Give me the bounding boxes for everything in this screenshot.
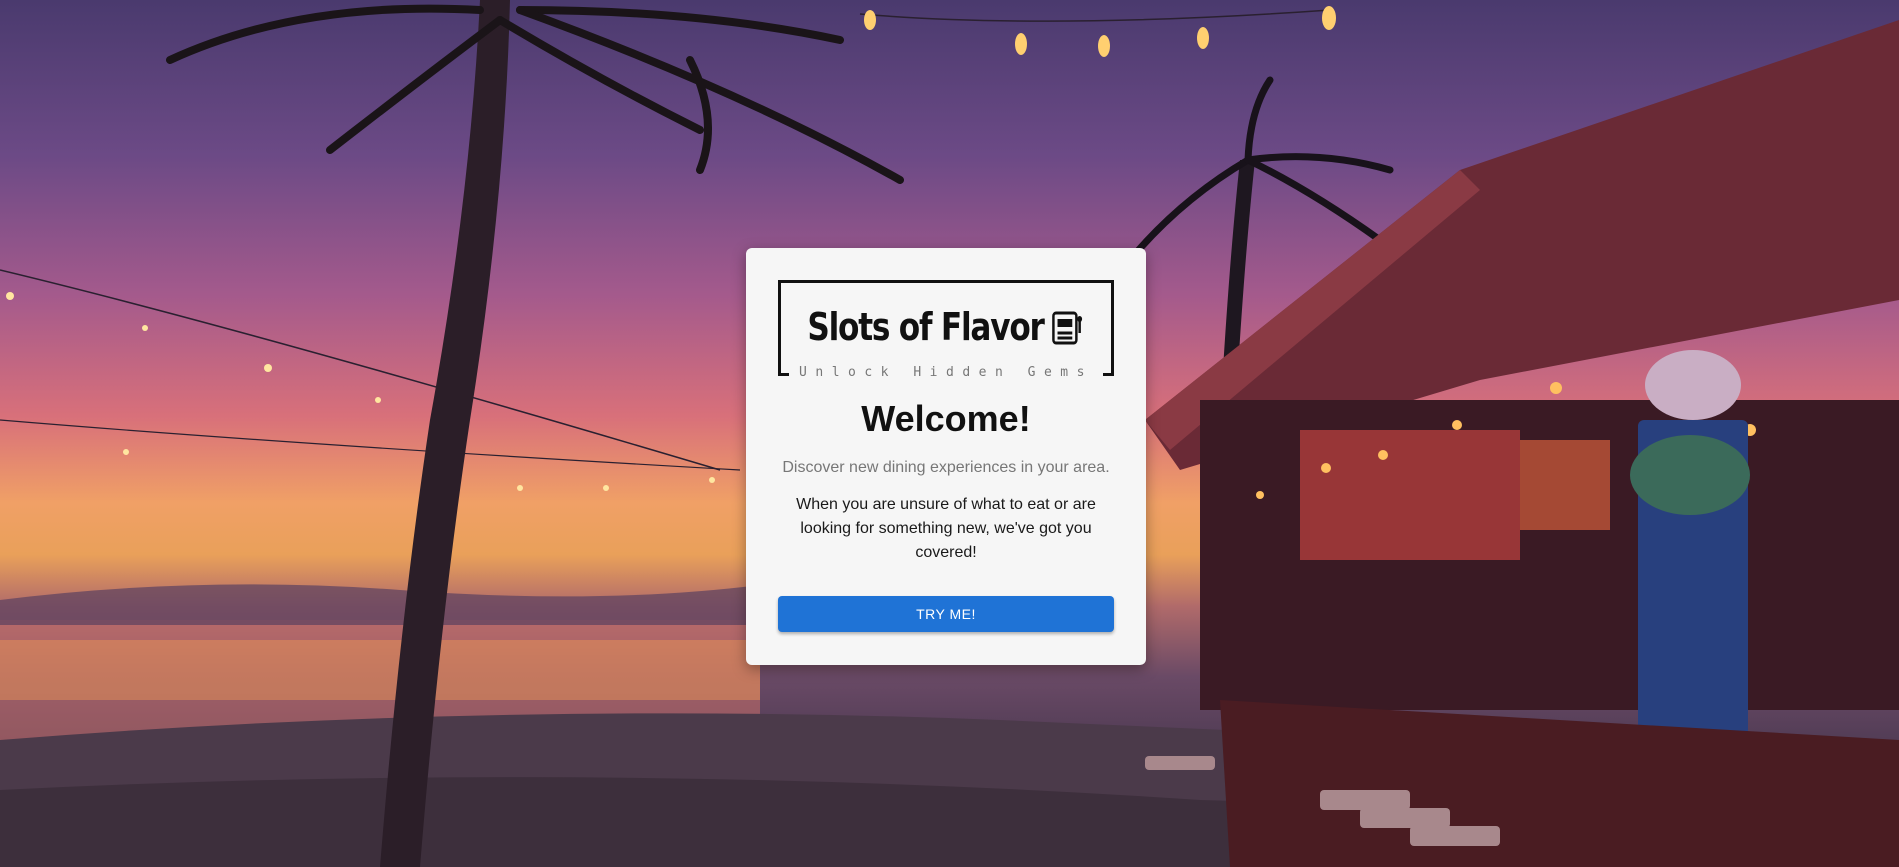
welcome-description: When you are unsure of what to eat or ar… xyxy=(796,496,1096,561)
logo-tagline: Unlock Hidden Gems xyxy=(789,363,1103,383)
logo-title-row: Slots of Flavor xyxy=(807,305,1085,349)
welcome-card: Slots of Flavor Unlock Hidden Gems Welco… xyxy=(746,248,1146,665)
brand-logo: Slots of Flavor Unlock Hidden Gems xyxy=(778,280,1114,383)
logo-tagline-row: Unlock Hidden Gems xyxy=(781,363,1111,383)
welcome-subtitle: Discover new dining experiences in your … xyxy=(782,459,1110,476)
slot-machine-icon xyxy=(1052,310,1085,345)
welcome-heading: Welcome! xyxy=(861,398,1031,439)
logo-title: Slots of Flavor xyxy=(807,305,1044,349)
try-me-button[interactable]: TRY ME! xyxy=(778,596,1114,632)
